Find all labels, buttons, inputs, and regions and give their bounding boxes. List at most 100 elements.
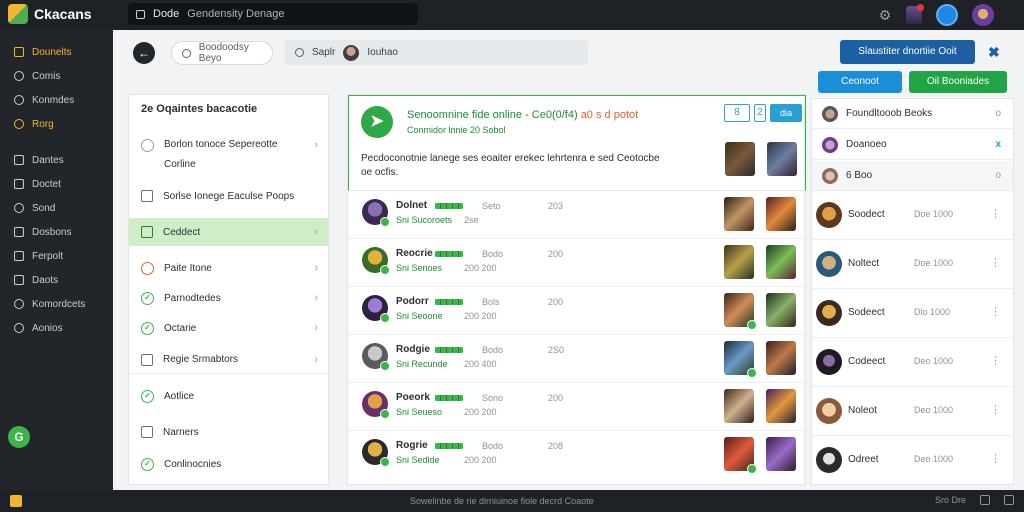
online-badge-icon [747, 368, 757, 378]
box-icon [136, 9, 145, 19]
friend-group-row-active[interactable]: Doanoeo x [812, 130, 1013, 160]
game-thumbnail[interactable] [766, 245, 796, 279]
friend-row[interactable]: Noleot Deo 1000 ⋮ [812, 387, 1013, 436]
add-friends-button[interactable]: Oil Booniades [909, 71, 1007, 93]
settings-icon[interactable] [1004, 495, 1014, 505]
friend-row[interactable]: Odreet Deo 1000 ⋮ [812, 436, 1013, 485]
drag-handle-icon[interactable]: ⋮ [990, 256, 1001, 269]
sidebar-item-sond[interactable]: Sond [0, 196, 113, 220]
drag-handle-icon[interactable]: ⋮ [990, 452, 1001, 465]
app-brand[interactable]: Ckacans [8, 4, 92, 24]
friend-name: Codeect [848, 356, 886, 367]
sidebar-item-aonios[interactable]: Aonios [0, 316, 113, 340]
check-circle-icon: ✓ [141, 321, 154, 335]
game-sub-2: 200 200 [464, 455, 497, 465]
window-icon[interactable] [980, 495, 990, 505]
game-thumbnail[interactable] [724, 293, 757, 330]
game-thumbnail[interactable] [724, 389, 754, 423]
online-badge-icon [380, 313, 390, 323]
category-item[interactable]: ✓ Aotlice [129, 383, 328, 409]
category-item-selected[interactable]: Ceddect › [129, 218, 328, 246]
featured-title: Senoomnine fide online - Ce0(0/f4) a0 s … [407, 109, 638, 121]
primary-action-button[interactable]: Slaustiter dnortiie Ooit [840, 40, 975, 64]
game-thumbnail[interactable] [767, 142, 797, 176]
sidebar-item-daots[interactable]: Daots [0, 268, 113, 292]
game-thumbnail[interactable] [766, 389, 796, 423]
category-item[interactable]: Borlon tonoce Sepereotte Corline › [129, 131, 328, 181]
sidebar-item-comis[interactable]: Comis [0, 64, 113, 88]
featured-logo-icon: ➤ [361, 106, 393, 138]
category-panel: 2e Oqaintes bacacotie Borlon tonoce Sepe… [128, 94, 329, 485]
friend-number: Doe 1000 [914, 209, 954, 219]
game-thumbnail[interactable] [766, 197, 796, 231]
sidebar-item-ferpolt[interactable]: Ferpolt [0, 244, 113, 268]
category-label: Regie Srmabtors [163, 354, 239, 365]
game-number: 208 [548, 441, 564, 451]
featured-solid-button[interactable]: dia [770, 104, 802, 122]
connect-button[interactable]: Ceonoot [818, 71, 902, 93]
game-thumbnail[interactable] [724, 245, 754, 279]
category-item[interactable]: Sorlse Ionege Eaculse Poops [129, 183, 328, 209]
game-row[interactable]: Reocrie Bodo 200 Sni Senoes 200 200 [348, 239, 806, 287]
notification-button[interactable] [906, 4, 924, 24]
game-thumbnail[interactable] [766, 437, 796, 471]
list-icon [14, 179, 24, 189]
profile-badge-icon[interactable] [936, 4, 958, 26]
game-sub: Sni Sedlde [396, 455, 440, 465]
drag-handle-icon[interactable]: ⋮ [990, 354, 1001, 367]
friend-row[interactable]: Sodeect Dlo 1000 ⋮ [812, 289, 1013, 338]
search-pill-text: Boodoodsy Beyo [198, 42, 249, 64]
featured-card[interactable]: ➤ Senoomnine fide online - Ce0(0/f4) a0 … [348, 95, 806, 191]
game-row[interactable]: Poeork Sono 200 Sni Seueso 200 200 [348, 383, 806, 431]
back-button[interactable]: ← [133, 42, 155, 64]
game-row[interactable]: Rogrie Bodo 208 Sni Sedlde 200 200 [348, 431, 806, 479]
featured-outline-button[interactable]: 8 [724, 104, 750, 122]
sidebar-item-rorg[interactable]: Rorg [0, 112, 113, 136]
friend-group-row[interactable]: Foundltooob Beoks o [812, 99, 1013, 129]
player-search-input[interactable]: Saplr Iouhao [285, 40, 588, 65]
drag-handle-icon[interactable]: ⋮ [990, 403, 1001, 416]
game-thumbnail[interactable] [766, 293, 796, 327]
drag-handle-icon[interactable]: ⋮ [990, 305, 1001, 318]
sidebar-item-dounelts[interactable]: Dounelts [0, 40, 113, 64]
category-item[interactable]: Paite Itone › [129, 255, 328, 281]
game-thumbnail[interactable] [766, 341, 796, 375]
friend-number: Dlo 1000 [914, 307, 951, 317]
search-pill[interactable]: Boodoodsy Beyo [171, 41, 273, 65]
sidebar-item-dosbons[interactable]: Dosbons [0, 220, 113, 244]
category-item[interactable]: Narners [129, 419, 328, 445]
category-item[interactable]: ✓ Parnodtedes › [129, 285, 328, 311]
sidebar-item-label: Aonios [32, 322, 63, 334]
featured-buttons: 8 2 dia [724, 104, 802, 122]
friend-row[interactable]: Noltect Doe 1000 ⋮ [812, 240, 1013, 289]
sidebar-item-label: Komordcets [32, 298, 86, 310]
user-avatar[interactable] [972, 4, 994, 26]
game-row[interactable]: Dolnet Seto 203 Sni Sucoroets 2se [348, 191, 806, 239]
game-thumbnail[interactable] [724, 437, 757, 474]
sidebar-item-doctet[interactable]: Doctet [0, 172, 113, 196]
shuffle-icon[interactable]: ✖ [988, 44, 1000, 61]
game-thumbnail[interactable] [725, 142, 755, 176]
sidebar-item-dantes[interactable]: Dantes [0, 148, 113, 172]
category-item[interactable]: Regie Srmabtors › [129, 346, 328, 374]
game-row[interactable]: Rodgie Bodo 2S0 Sni Recunde 200 400 [348, 335, 806, 383]
drag-handle-icon[interactable]: ⋮ [990, 207, 1001, 220]
mail-icon [141, 426, 153, 438]
sidebar-item-konmdes[interactable]: Konmdes [0, 88, 113, 112]
top-search-bar[interactable]: Dode Gendensity Denage [128, 3, 418, 25]
game-row[interactable]: Podorr Bols 200 Sni Seoone 200 200 [348, 287, 806, 335]
bottom-bar: Sowelinbe de rie dirniuinoe fiole decrd … [0, 490, 1024, 512]
close-icon[interactable]: x [995, 139, 1001, 150]
friend-row[interactable]: Codeect Deo 1000 ⋮ [812, 338, 1013, 387]
featured-title-nums: Ce0(0/f4) [531, 109, 578, 121]
category-item[interactable]: ✓ Octarie › [129, 315, 328, 341]
game-thumbnail[interactable] [724, 341, 757, 378]
settings-gear-icon[interactable]: ⚙ [878, 8, 892, 22]
category-item[interactable]: ✓ Conlinocnies [129, 451, 328, 477]
friend-group-row[interactable]: 6 Boo o [812, 161, 1013, 191]
game-thumbnail[interactable] [724, 197, 754, 231]
featured-small-button[interactable]: 2 [754, 104, 766, 122]
friend-row[interactable]: Soodect Doe 1000 ⋮ [812, 191, 1013, 240]
sidebar-item-komordcets[interactable]: Komordcets [0, 292, 113, 316]
green-action-button[interactable]: G [8, 426, 30, 448]
